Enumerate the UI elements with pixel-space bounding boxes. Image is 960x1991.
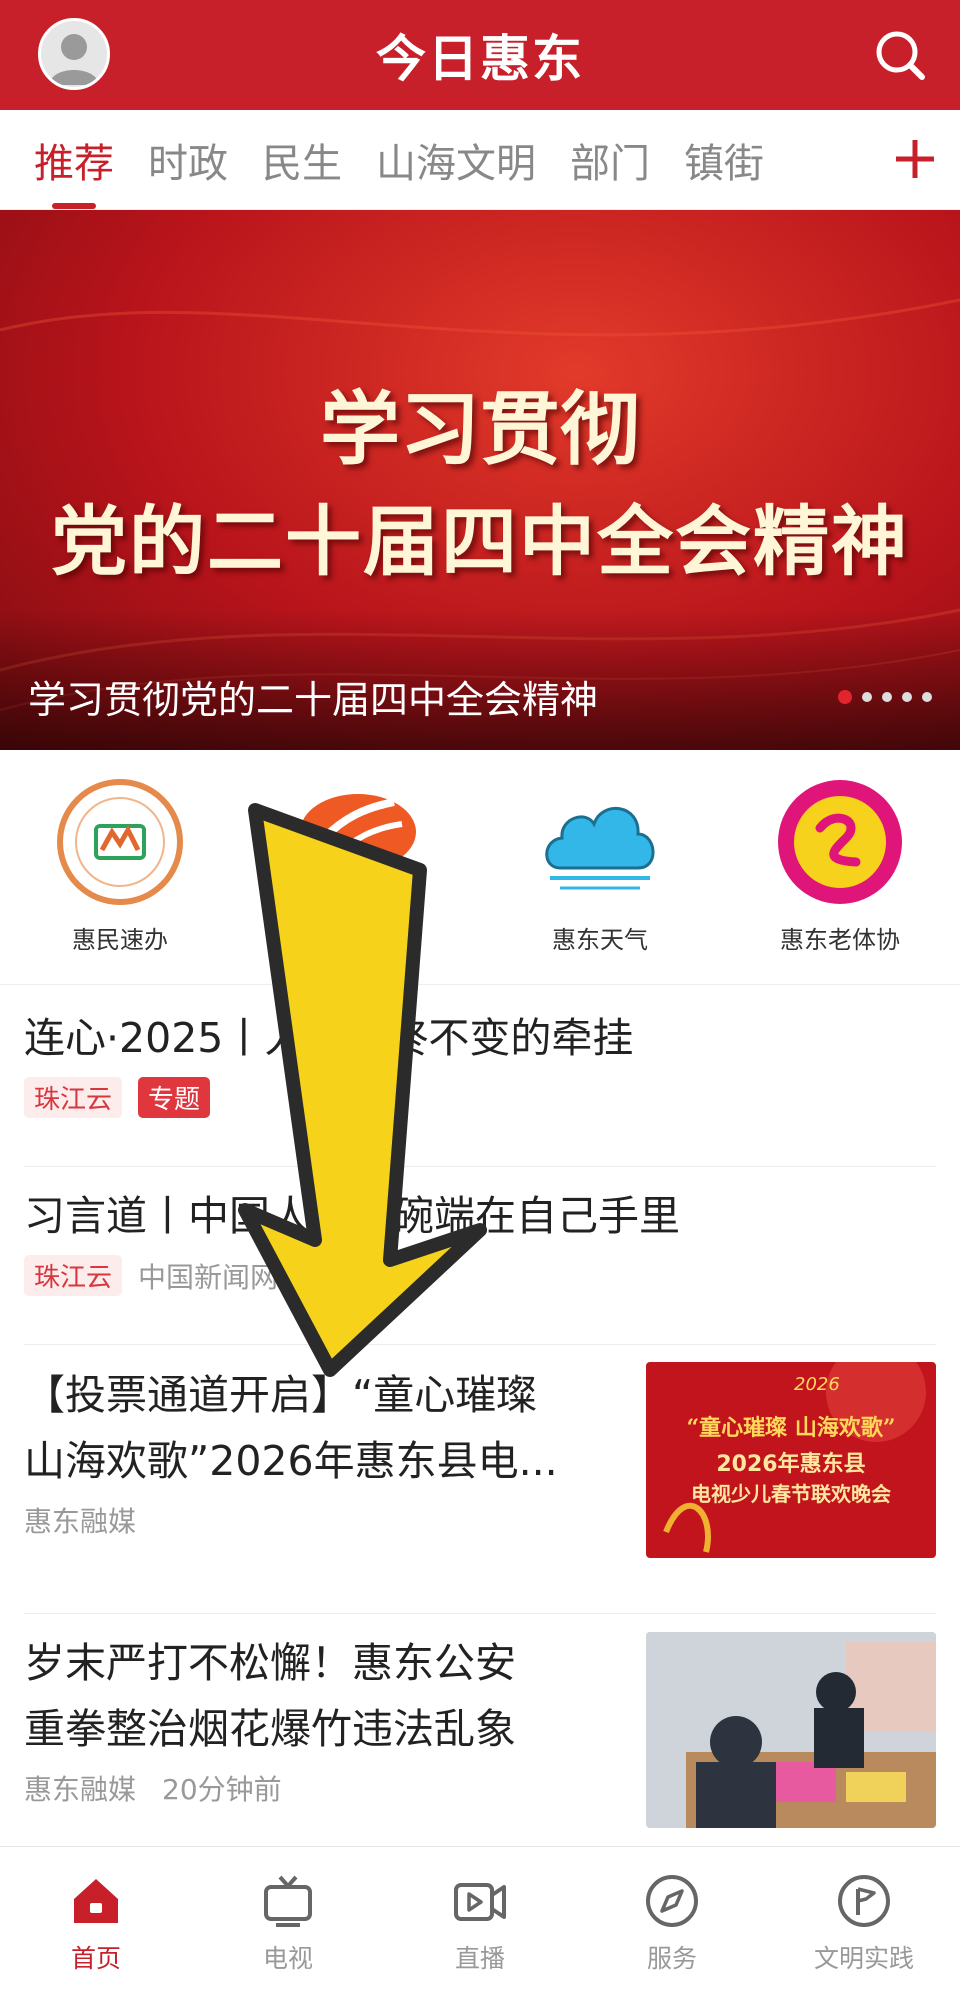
category-tabs: 推荐 时政 民生 山海文明 部门 镇街 (0, 110, 960, 210)
news-time: 20分钟前 (162, 1773, 282, 1806)
tab-towns[interactable]: 镇街 (684, 131, 764, 189)
nav-home[interactable]: 首页 (0, 1847, 192, 1991)
news-meta: 惠东融媒 (24, 1500, 624, 1540)
thumbnail-event: 电视少儿春节联欢晚会 (691, 1482, 891, 1506)
nav-label: 文明实践 (813, 1944, 914, 1973)
news-title-line: 重拳整治烟花爆竹违法乱象 (24, 1705, 516, 1753)
service-weather[interactable]: 惠东天气 (490, 778, 710, 954)
compass-icon (644, 1873, 700, 1929)
banner-headline-2: 党的二十届四中全会精神 (51, 497, 909, 586)
service-label: 惠民速办 (72, 926, 168, 954)
topic-tag: 专题 (138, 1077, 211, 1118)
service-hotline[interactable]: 惠民速办 (10, 778, 230, 954)
carousel-indicator (838, 690, 932, 704)
nav-label: 首页 (70, 1944, 121, 1973)
nav-label: 电视 (262, 1944, 313, 1973)
news-thumbnail (646, 1632, 936, 1828)
tab-recommend[interactable]: 推荐 (34, 131, 114, 209)
news-thumbnail: “童心璀璨 山海欢歌” 2026年惠东县 电视少儿春节联欢晚会 2026 (646, 1362, 936, 1558)
source-tag: 珠江云 (24, 1077, 123, 1118)
service-elderly-sports[interactable]: 惠东老体协 (730, 778, 950, 954)
carousel-dot-active (838, 690, 852, 704)
plus-icon[interactable] (890, 134, 940, 184)
elderly-sports-logo-icon (776, 778, 904, 906)
news-item[interactable]: 岁末严打不松懈！惠东公安 重拳整治烟花爆竹违法乱象 惠东融媒 20分钟前 (24, 1630, 936, 1846)
live-video-icon (452, 1873, 508, 1929)
cloud-icon (536, 778, 664, 906)
tv-icon (260, 1873, 316, 1929)
tab-politics[interactable]: 时政 (148, 131, 228, 189)
news-source: 惠东融媒 (24, 1773, 137, 1806)
thumbnail-year: 2026 (794, 1374, 840, 1395)
search-icon[interactable] (870, 25, 930, 85)
nav-live[interactable]: 直播 (384, 1847, 576, 1991)
source-tag: 珠江云 (24, 1255, 123, 1296)
service-label: 惠东天气 (552, 926, 648, 954)
carousel-dot (902, 692, 912, 702)
nav-services[interactable]: 服务 (576, 1847, 768, 1991)
news-title-line: 岁末严打不松懈！惠东公安 (24, 1639, 516, 1687)
home-icon (68, 1873, 124, 1929)
service-label: 惠东老体协 (780, 926, 900, 954)
banner-carousel[interactable]: 学习贯彻 党的二十届四中全会精神 学习贯彻党的二十届四中全会精神 (0, 210, 960, 750)
news-item[interactable]: 【投票通道开启】“童心璀璨 山海欢歌”2026年惠东县电... 惠东融媒 “童心… (24, 1360, 936, 1614)
hotline-12345-icon (56, 778, 184, 906)
banner-headline-1: 学习贯彻 (320, 383, 640, 476)
carousel-dot (882, 692, 892, 702)
carousel-dot (922, 692, 932, 702)
app-title: 今日惠东 (376, 30, 584, 88)
banner-caption: 学习贯彻党的二十届四中全会精神 (28, 678, 599, 722)
app-header: 今日惠东 (0, 0, 960, 110)
tab-civilization[interactable]: 山海文明 (376, 131, 536, 189)
nav-label: 服务 (646, 1944, 697, 1973)
news-title-line: 山海欢歌”2026年惠东县电... (24, 1437, 558, 1485)
nav-civilization-practice[interactable]: 文明实践 (768, 1847, 960, 1991)
news-meta: 惠东融媒 20分钟前 (24, 1768, 624, 1808)
bottom-navigation: 首页 电视 直播 服务 文明实践 (0, 1846, 960, 1991)
scroll-down-arrow-icon (238, 803, 487, 1377)
police-inspection-photo (646, 1632, 936, 1828)
tab-livelihood[interactable]: 民生 (262, 131, 342, 189)
thumbnail-title: “童心璀璨 山海欢歌” (686, 1415, 896, 1441)
user-avatar-icon[interactable] (38, 18, 110, 90)
nav-label: 直播 (454, 1944, 505, 1973)
carousel-dot (862, 692, 872, 702)
news-source: 惠东融媒 (24, 1505, 137, 1538)
thumbnail-subtitle: 2026年惠东县 (716, 1452, 866, 1477)
flag-circle-icon (836, 1873, 892, 1929)
tab-departments[interactable]: 部门 (570, 131, 650, 189)
nav-tv[interactable]: 电视 (192, 1847, 384, 1991)
